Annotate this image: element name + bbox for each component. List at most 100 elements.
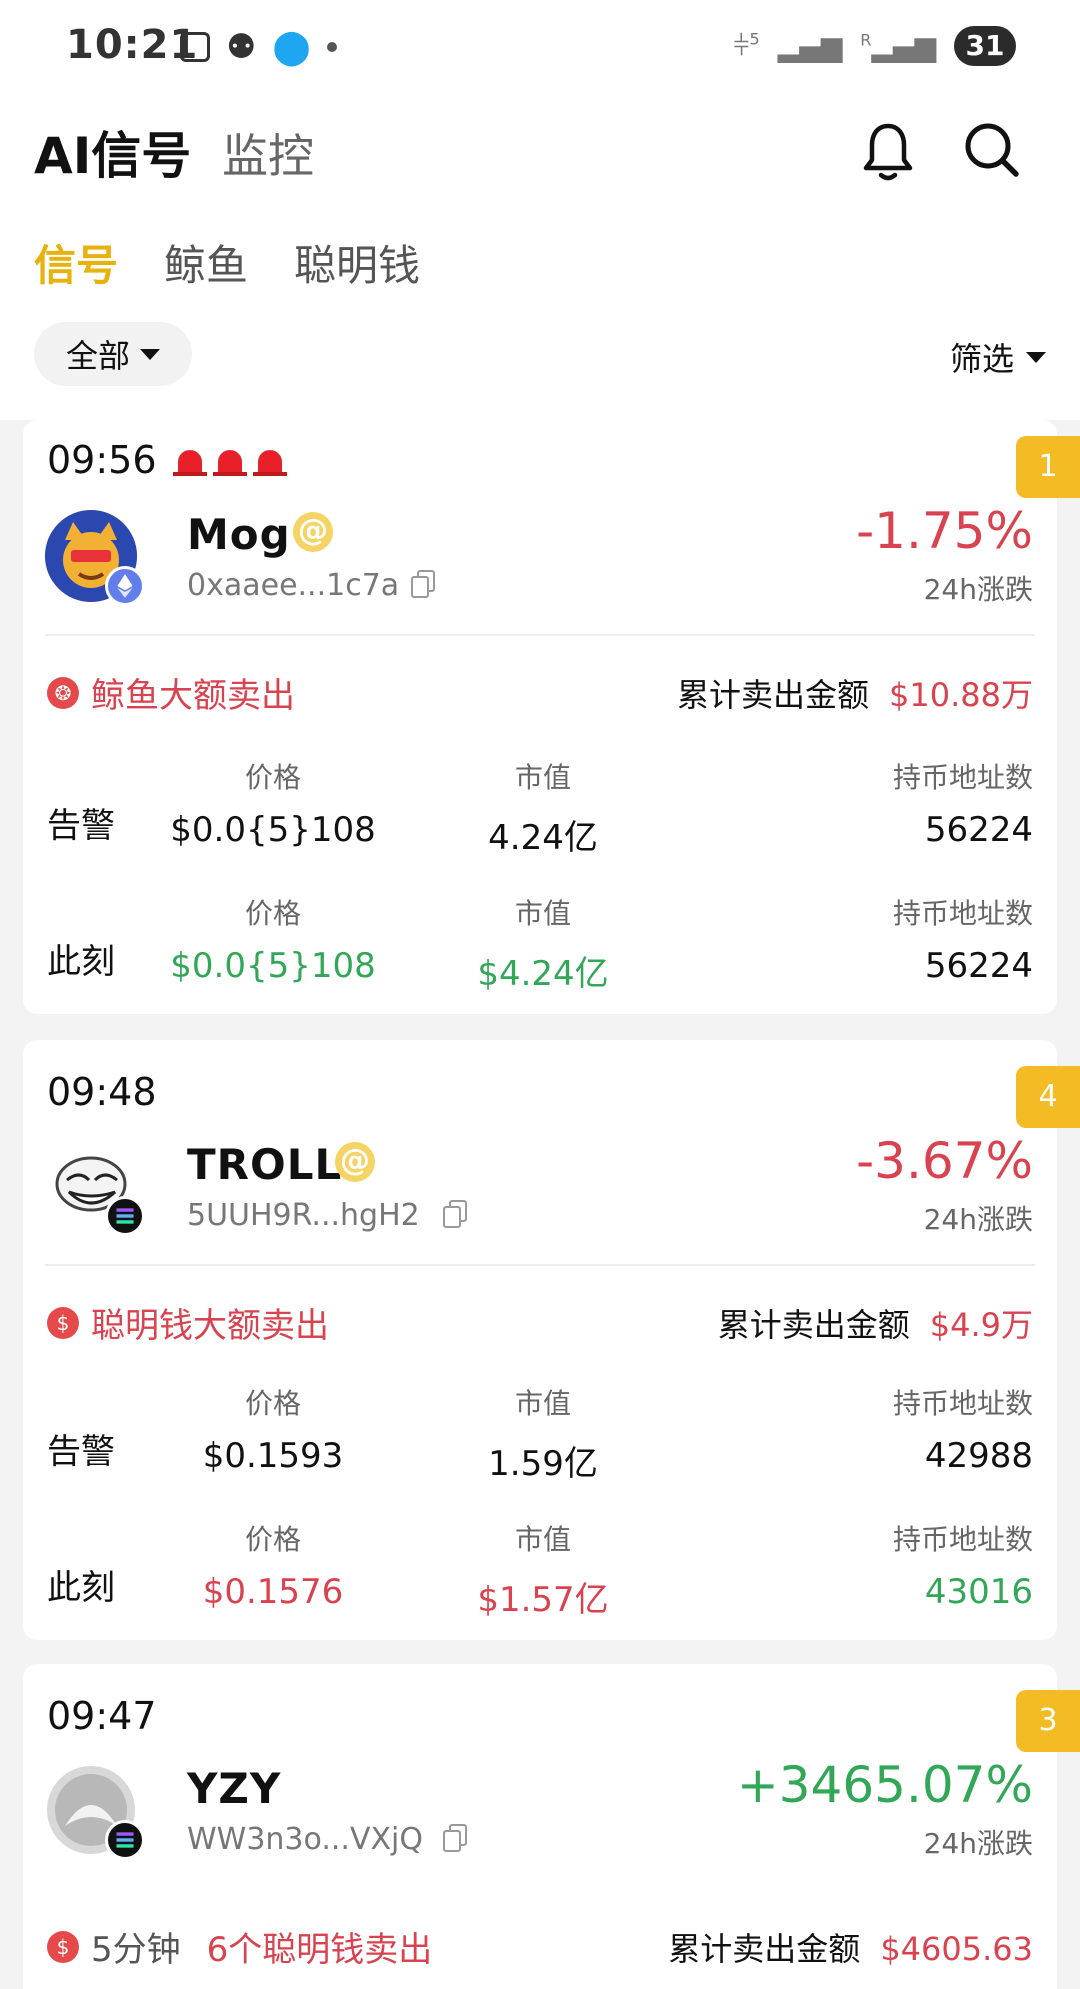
cumulative-sell-label: 累计卖出金额 bbox=[677, 676, 870, 714]
cumulative-sell-value: $4605.63 bbox=[880, 1930, 1033, 1968]
caret-down-icon bbox=[140, 348, 160, 360]
alert-price: 价格 $0.0{5}108 bbox=[153, 756, 393, 850]
cumulative-sell-value: $4.9万 bbox=[929, 1306, 1033, 1344]
now-holders: 持币地址数 43016 bbox=[773, 1518, 1033, 1612]
more-dot-icon bbox=[326, 42, 337, 52]
tab-smart-money[interactable]: 聪明钱 bbox=[294, 232, 420, 293]
mention-icon[interactable]: @ bbox=[335, 1142, 375, 1182]
app-header: AI信号 监控 bbox=[0, 110, 1080, 190]
price-value: $0.0{5}108 bbox=[170, 946, 376, 986]
caret-down-icon bbox=[1026, 351, 1046, 363]
token-name: TROLL bbox=[187, 1140, 343, 1189]
event-text: 6个聪明钱卖出 bbox=[206, 1930, 433, 1970]
now-label: 此刻 bbox=[47, 942, 115, 982]
price-header: 价格 bbox=[244, 761, 301, 794]
event-tag: $ 聪明钱大额卖出 bbox=[47, 1298, 329, 1347]
cumulative-sell-label: 累计卖出金额 bbox=[668, 1930, 861, 1968]
now-price: 价格 $0.0{5}108 bbox=[153, 892, 393, 986]
cumulative-sell: 累计卖出金额 $4605.63 bbox=[668, 1924, 1033, 1970]
alert-label: 告警 bbox=[47, 1432, 115, 1472]
solana-chain-icon bbox=[105, 1196, 145, 1236]
status-bar: 10:21 ⚉ ⬤ ⫩5 ▂▄▆ R▂▄▆ 31 bbox=[0, 0, 1080, 100]
mcap-value: 4.24亿 bbox=[488, 818, 598, 858]
money-bag-icon: $ bbox=[47, 1306, 79, 1339]
bell-icon[interactable] bbox=[860, 120, 916, 184]
top-area: 10:21 ⚉ ⬤ ⫩5 ▂▄▆ R▂▄▆ 31 AI信号 监控 信号 鲸鱼 聪… bbox=[0, 0, 1080, 420]
mention-icon[interactable]: @ bbox=[293, 512, 333, 552]
copy-icon[interactable] bbox=[443, 1200, 467, 1228]
siren-icon bbox=[213, 440, 247, 476]
all-dropdown[interactable]: 全部 bbox=[34, 322, 192, 386]
roaming-label: R bbox=[860, 30, 872, 50]
price-header: 价格 bbox=[244, 1387, 301, 1420]
price-value: $0.1576 bbox=[202, 1572, 344, 1612]
holders-value: 42988 bbox=[924, 1436, 1033, 1476]
price-value: $0.1593 bbox=[202, 1436, 344, 1476]
copy-icon[interactable] bbox=[443, 1824, 467, 1852]
alert-price: 价格 $0.1593 bbox=[153, 1382, 393, 1476]
holders-value: 56224 bbox=[924, 810, 1033, 850]
now-mcap: 市值 $4.24亿 bbox=[423, 892, 663, 995]
siren-icon bbox=[173, 440, 207, 476]
system-icons: ⫩5 ▂▄▆ R▂▄▆ 31 bbox=[733, 26, 1016, 66]
alert-row: 告警 价格 $0.1593 市值 1.59亿 持币地址数 42988 bbox=[23, 1382, 1057, 1492]
tab-whale[interactable]: 鲸鱼 bbox=[164, 232, 248, 293]
money-bag-icon: $ bbox=[47, 1930, 79, 1963]
alert-holders: 持币地址数 42988 bbox=[773, 1382, 1033, 1476]
page-title[interactable]: AI信号 bbox=[34, 116, 191, 188]
wifi-icon: ⫩5 bbox=[733, 29, 760, 62]
signal-roaming-icon: R▂▄▆ bbox=[860, 29, 936, 63]
signal-card[interactable]: 09:48 4 TROLL @ 5UUH9R...hgH2 -3.67% 24h… bbox=[23, 1040, 1080, 1640]
search-icon[interactable] bbox=[962, 120, 1022, 180]
event-tag: ❂ 鲸鱼大额卖出 bbox=[47, 668, 295, 717]
token-address: 0xaaee...1c7a bbox=[187, 568, 400, 603]
alert-mcap: 市值 4.24亿 bbox=[423, 756, 663, 859]
filter-dropdown[interactable]: 筛选 bbox=[950, 334, 1046, 380]
token-address: 5UUH9R...hgH2 bbox=[187, 1198, 420, 1233]
rank-badge: 4 bbox=[1016, 1066, 1080, 1128]
whale-icon: ❂ bbox=[47, 676, 79, 709]
divider bbox=[45, 1264, 1035, 1266]
siren-icon bbox=[253, 440, 287, 476]
holders-value: 56224 bbox=[924, 946, 1033, 986]
event-text: 鲸鱼大额卖出 bbox=[91, 676, 295, 716]
token-name: YZY bbox=[187, 1764, 282, 1813]
change-label: 24h涨跌 bbox=[923, 1203, 1033, 1236]
divider bbox=[45, 634, 1035, 636]
tab-signal[interactable]: 信号 bbox=[34, 232, 118, 293]
signal-tabs: 信号 鲸鱼 聪明钱 bbox=[34, 232, 420, 293]
cumulative-sell: 累计卖出金额 $4.9万 bbox=[718, 1300, 1033, 1346]
mcap-header: 市值 bbox=[514, 761, 571, 794]
cumulative-sell-value: $10.88万 bbox=[889, 676, 1033, 714]
token-address: WW3n3o...VXjQ bbox=[187, 1822, 423, 1857]
price-value: $0.0{5}108 bbox=[170, 810, 376, 850]
signal-time: 09:48 bbox=[47, 1070, 157, 1114]
signal-time: 09:56 bbox=[47, 438, 157, 482]
monitor-tab[interactable]: 监控 bbox=[222, 120, 314, 186]
now-row: 此刻 价格 $0.0{5}108 市值 $4.24亿 持币地址数 56224 bbox=[23, 892, 1057, 1002]
token-name: Mog bbox=[187, 510, 291, 559]
signal-card[interactable]: 09:47 3 YZY WW3n3o...VXjQ +3465.07% 24h涨… bbox=[23, 1664, 1080, 1989]
ethereum-chain-icon bbox=[105, 566, 145, 606]
notification-icons: ⚉ ⬤ bbox=[180, 30, 337, 64]
now-row: 此刻 价格 $0.1576 市值 $1.57亿 持币地址数 43016 bbox=[23, 1518, 1057, 1628]
signal-card[interactable]: 09:56 1 Mog @ 0xaaee...1c7a -1.75% 24h涨跌… bbox=[23, 420, 1080, 1014]
mcap-value: 1.59亿 bbox=[488, 1444, 598, 1484]
change-percent: -1.75% bbox=[856, 502, 1033, 560]
now-holders: 持币地址数 56224 bbox=[773, 892, 1033, 986]
copy-icon[interactable] bbox=[411, 570, 435, 598]
now-mcap: 市值 $1.57亿 bbox=[423, 1518, 663, 1621]
signal-time: 09:47 bbox=[47, 1694, 157, 1738]
alert-level bbox=[173, 440, 287, 476]
wechat-icon: ⚉ bbox=[226, 27, 257, 67]
alert-holders: 持币地址数 56224 bbox=[773, 756, 1033, 850]
event-window: 5分钟 bbox=[91, 1930, 181, 1970]
change-percent: +3465.07% bbox=[736, 1756, 1033, 1814]
event-text: 聪明钱大额卖出 bbox=[91, 1306, 329, 1346]
battery-indicator: 31 bbox=[954, 26, 1016, 66]
mcap-value: $1.57亿 bbox=[477, 1580, 609, 1620]
alert-row: 告警 价格 $0.0{5}108 市值 4.24亿 持币地址数 56224 bbox=[23, 756, 1057, 866]
filter-dropdown-label: 筛选 bbox=[949, 340, 1014, 378]
now-price: 价格 $0.1576 bbox=[153, 1518, 393, 1612]
solana-chain-icon bbox=[105, 1820, 145, 1860]
